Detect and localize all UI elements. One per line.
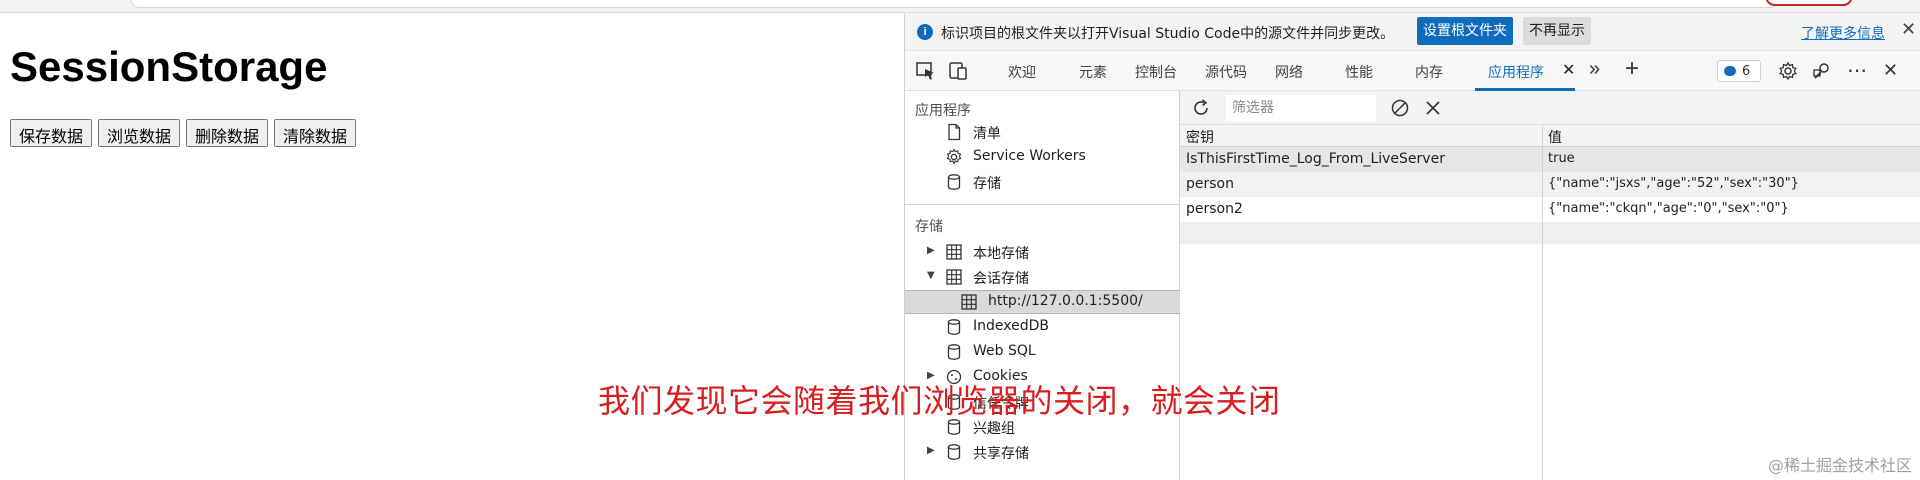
video-caption: 我们发现它会随着我们浏览器的关闭，就会关闭 — [598, 382, 1281, 420]
database-icon — [947, 174, 961, 190]
delete-selected-icon[interactable] — [1423, 98, 1443, 118]
tab-application-close-icon[interactable]: ✕ — [1562, 60, 1575, 80]
sidebar-item-session-origin[interactable]: http://127.0.0.1:5500/ — [905, 290, 1180, 314]
gear-icon — [946, 148, 962, 165]
tab-welcome[interactable]: 欢迎 — [1008, 62, 1036, 82]
device-emulation-icon[interactable] — [947, 61, 969, 81]
tab-performance[interactable]: 性能 — [1345, 62, 1373, 82]
tab-application[interactable]: 应用程序 — [1488, 62, 1544, 82]
close-devtools-icon[interactable]: ✕ — [1883, 60, 1898, 81]
storage-view: 密钥 值 IsThisFirstTime_Log_From_LiveServer… — [1180, 91, 1920, 480]
browser-address-strip — [0, 0, 1920, 13]
info-icon: i — [917, 24, 933, 40]
watermark: @稀土掘金技术社区 — [1767, 456, 1912, 475]
sidebar-item-local-storage[interactable]: ▶ 本地存储 — [905, 241, 1180, 263]
browse-data-button[interactable]: 浏览数据 — [98, 119, 181, 147]
sidebar-divider — [905, 204, 1180, 205]
page-button-row: 保存数据 浏览数据 删除数据 清除数据 — [10, 119, 357, 147]
address-bar[interactable] — [130, 0, 1780, 8]
row-key: IsThisFirstTime_Log_From_LiveServer — [1186, 151, 1445, 167]
issues-bubble-icon — [1724, 66, 1736, 76]
table-grid-icon — [946, 269, 962, 285]
tab-console[interactable]: 控制台 — [1135, 62, 1177, 82]
inspect-element-icon[interactable] — [915, 61, 937, 81]
row-value: {"name":"jsxs","age":"52","sex":"30"} — [1548, 176, 1799, 191]
sidebar-item-websql[interactable]: Web SQL — [905, 341, 1180, 363]
settings-gear-icon[interactable] — [1777, 61, 1799, 81]
filter-input[interactable] — [1226, 95, 1376, 121]
file-icon — [948, 123, 961, 141]
more-tabs-icon[interactable]: » — [1589, 58, 1600, 81]
screen: SessionStorage 保存数据 浏览数据 删除数据 清除数据 i 标识项… — [0, 0, 1920, 480]
storage-toolbar — [1180, 91, 1920, 125]
table-grid-icon — [961, 294, 977, 310]
clear-data-button[interactable]: 清除数据 — [274, 119, 357, 147]
table-row-empty[interactable] — [1180, 222, 1920, 244]
devtools-tabbar: 欢迎 元素 控制台 源代码 网络 性能 内存 应用程序 ✕ » + 6 ⋯ ✕ — [905, 51, 1920, 91]
sidebar-item-shared-storage[interactable]: ▶ 共享存储 — [905, 441, 1180, 463]
row-key: person2 — [1186, 201, 1243, 217]
expand-arrow-icon[interactable]: ▶ — [927, 245, 935, 256]
issues-count: 6 — [1742, 64, 1751, 79]
collapse-arrow-icon[interactable]: ▼ — [927, 270, 935, 281]
sidebar-item-storage[interactable]: 存储 — [905, 171, 1180, 193]
column-header-key[interactable]: 密钥 — [1186, 127, 1214, 147]
sidebar-item-session-storage[interactable]: ▼ 会话存储 — [905, 266, 1180, 288]
table-grid-icon — [946, 244, 962, 260]
infobar-close-icon[interactable]: ✕ — [1901, 19, 1916, 40]
sidebar-item-indexeddb[interactable]: IndexedDB — [905, 316, 1180, 338]
save-data-button[interactable]: 保存数据 — [10, 119, 93, 147]
clear-all-icon[interactable] — [1390, 98, 1410, 118]
dont-show-again-button[interactable]: 不再显示 — [1523, 17, 1591, 45]
row-value: true — [1548, 151, 1575, 166]
sidebar-item-manifest[interactable]: 清单 — [905, 121, 1180, 143]
issues-badge[interactable]: 6 — [1717, 60, 1761, 82]
delete-data-button[interactable]: 删除数据 — [186, 119, 269, 147]
tab-memory[interactable]: 内存 — [1415, 62, 1443, 82]
devtools-infobar: i 标识项目的根文件夹以打开Visual Studio Code中的源文件并同步… — [905, 13, 1920, 51]
column-header-value[interactable]: 值 — [1548, 127, 1562, 147]
expand-arrow-icon[interactable]: ▶ — [927, 445, 935, 456]
infobar-message: 标识项目的根文件夹以打开Visual Studio Code中的源文件并同步更改… — [941, 26, 1395, 42]
column-divider[interactable] — [1542, 125, 1543, 480]
table-row[interactable]: person {"name":"jsxs","age":"52","sex":"… — [1180, 172, 1920, 197]
page-title: SessionStorage — [10, 43, 328, 90]
table-row[interactable]: IsThisFirstTime_Log_From_LiveServer true — [1180, 147, 1920, 172]
profile-pill[interactable] — [1765, 0, 1853, 6]
sidebar-section-storage: 存储 — [915, 219, 943, 235]
database-icon — [947, 319, 961, 335]
more-options-icon[interactable]: ⋯ — [1847, 58, 1868, 83]
refresh-icon[interactable] — [1190, 97, 1212, 119]
sidebar-item-service-workers[interactable]: Service Workers — [905, 146, 1180, 168]
database-icon — [947, 344, 961, 360]
tab-network[interactable]: 网络 — [1275, 62, 1303, 82]
row-key: person — [1186, 176, 1234, 192]
customize-icon[interactable] — [1811, 61, 1833, 81]
set-root-folder-button[interactable]: 设置根文件夹 — [1417, 17, 1513, 45]
tab-elements[interactable]: 元素 — [1079, 62, 1107, 82]
add-tab-icon[interactable]: + — [1625, 55, 1639, 83]
database-icon — [947, 444, 961, 460]
sidebar-section-application: 应用程序 — [915, 103, 971, 119]
row-value: {"name":"ckqn","age":"0","sex":"0"} — [1548, 201, 1789, 216]
table-header: 密钥 值 — [1180, 125, 1920, 147]
learn-more-link[interactable]: 了解更多信息 — [1801, 23, 1885, 43]
tab-sources[interactable]: 源代码 — [1205, 62, 1247, 82]
table-row[interactable]: person2 {"name":"ckqn","age":"0","sex":"… — [1180, 197, 1920, 222]
